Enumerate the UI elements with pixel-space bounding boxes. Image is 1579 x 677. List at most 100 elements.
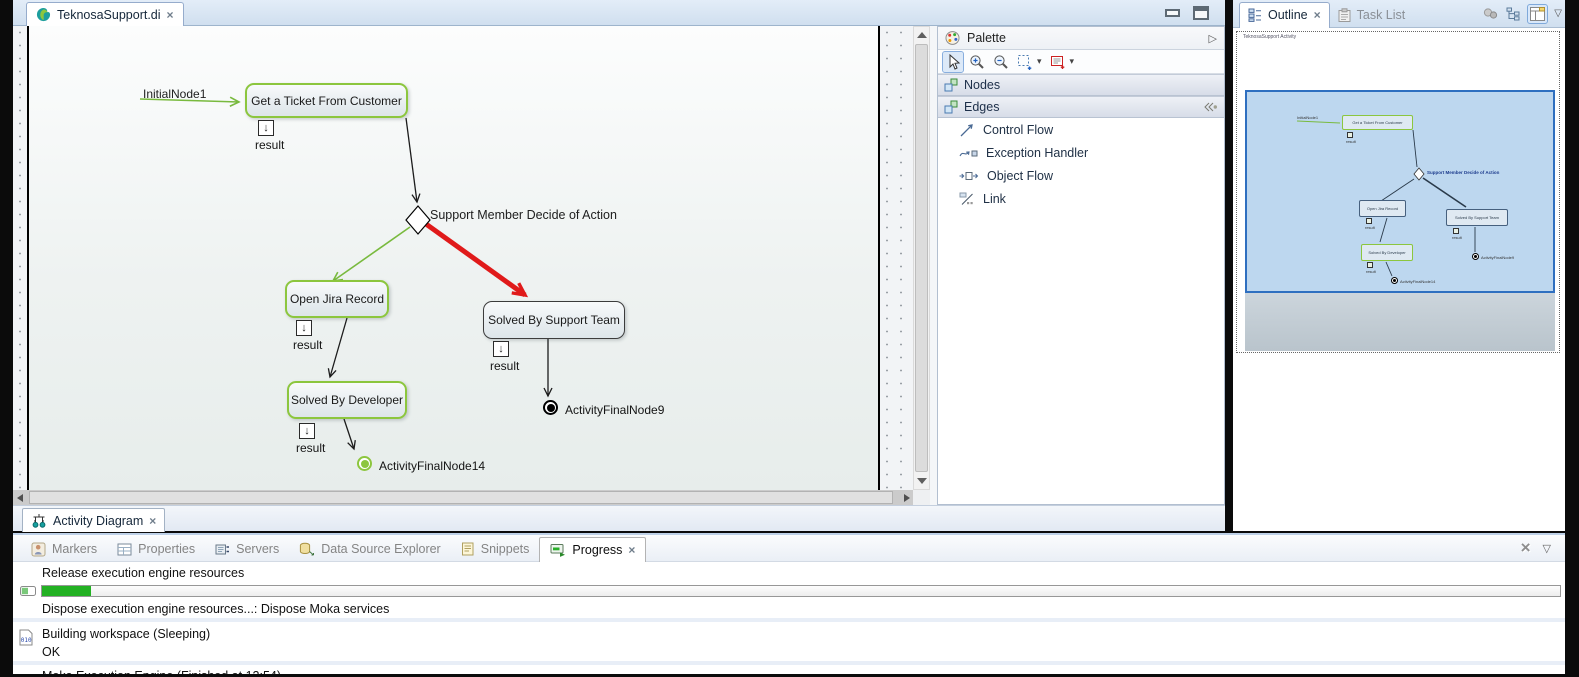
tab-activity-diagram[interactable]: Activity Diagram × — [22, 508, 165, 532]
stop-progress-icon[interactable] — [20, 586, 36, 596]
tab-task-list[interactable]: Task List — [1330, 2, 1414, 28]
decision-node[interactable] — [406, 206, 430, 234]
editor-tab-teknosasupport[interactable]: TeknosaSupport.di × — [26, 2, 184, 26]
scroll-down-icon[interactable] — [917, 478, 927, 484]
output-pin-icon[interactable]: ↓ — [493, 341, 509, 357]
scroll-left-icon[interactable] — [17, 494, 23, 502]
object-flow-icon — [959, 171, 979, 181]
select-tool-icon[interactable] — [943, 52, 963, 72]
snippets-icon — [461, 542, 475, 556]
overview-mode-icon[interactable] — [1528, 5, 1547, 23]
drawer-icon — [944, 78, 958, 92]
bottom-tab-label: Data Source Explorer — [321, 542, 441, 556]
outline-tab-label: Outline — [1268, 8, 1308, 22]
zoom-in-icon[interactable] — [967, 52, 987, 72]
drawer-pin-icon[interactable] — [1203, 102, 1218, 112]
action-node-solved-dev[interactable]: Solved By Developer — [287, 381, 407, 419]
minimize-icon[interactable] — [1165, 9, 1180, 17]
activity-final-node-9[interactable] — [543, 400, 558, 415]
outline-thumbnail[interactable]: TeknosaSupport Activity InitialNode1 Get… — [1236, 31, 1560, 353]
edge-decision-to-solvedsupport[interactable] — [426, 224, 525, 295]
close-icon[interactable]: × — [167, 8, 174, 22]
pin-label[interactable]: result — [293, 338, 322, 352]
final-node-9-label[interactable]: ActivityFinalNode9 — [565, 403, 664, 417]
thumbnail-edges — [1237, 32, 1561, 354]
marquee-dropdown-icon[interactable]: ▾ — [1037, 56, 1042, 67]
view-menu-icon[interactable]: ▽ — [1554, 8, 1562, 19]
tab-servers[interactable]: Servers — [205, 537, 289, 562]
progress-task-title: Release execution engine resources — [42, 566, 244, 580]
edge-decision-to-openjira[interactable] — [333, 227, 410, 281]
tab-markers[interactable]: Markers — [21, 537, 107, 562]
activity-final-node-14[interactable] — [357, 456, 372, 471]
diagram-canvas[interactable]: InitialNode1 Get a Ticket From Customer … — [13, 26, 913, 490]
palette-item-label: Link — [983, 192, 1006, 206]
output-pin-icon[interactable]: ↓ — [258, 120, 274, 136]
tab-properties[interactable]: Properties — [107, 537, 205, 562]
drawer-icon — [944, 100, 958, 114]
palette-toolbar: ▾ ▾ — [938, 50, 1224, 74]
horizontal-scroll-thumb[interactable] — [29, 491, 893, 504]
editor-horizontal-scrollbar[interactable] — [13, 490, 913, 505]
mini-final-node-9 — [1472, 253, 1479, 260]
note-tool-icon[interactable] — [1048, 52, 1068, 72]
row-separator — [13, 618, 1565, 622]
bottom-tab-label: Properties — [138, 542, 195, 556]
palette-item-exception-handler[interactable]: Exception Handler — [938, 141, 1224, 164]
bottom-view-panel: Markers Properties Servers Data Source E… — [13, 533, 1565, 672]
mini-node-open-jira: Open Jira Record — [1359, 200, 1406, 217]
palette-header[interactable]: Palette ▷ — [938, 27, 1224, 50]
clear-finished-icon[interactable]: × — [1521, 538, 1531, 558]
palette-collapse-icon[interactable]: ▷ — [1209, 32, 1217, 45]
palette-drawer-edges[interactable]: Edges — [938, 96, 1224, 118]
bottom-tab-label: Markers — [52, 542, 97, 556]
zoom-out-icon[interactable] — [991, 52, 1011, 72]
output-pin-icon[interactable]: ↓ — [299, 423, 315, 439]
view-menu-icon[interactable]: ▽ — [1543, 542, 1551, 555]
palette-drawer-nodes[interactable]: Nodes — [938, 74, 1224, 96]
pin-label[interactable]: result — [296, 441, 325, 455]
action-node-get-ticket[interactable]: Get a Ticket From Customer — [245, 83, 408, 118]
maximize-icon[interactable] — [1193, 6, 1209, 20]
mini-pin — [1367, 262, 1373, 268]
action-node-open-jira[interactable]: Open Jira Record — [285, 280, 389, 318]
mini-final-node-14 — [1391, 277, 1398, 284]
palette-item-label: Object Flow — [987, 169, 1053, 183]
editor-area: TeknosaSupport.di × — [13, 0, 1225, 531]
pin-label[interactable]: result — [490, 359, 519, 373]
decision-node-label[interactable]: Support Member Decide of Action — [430, 208, 617, 222]
palette-item-object-flow[interactable]: Object Flow — [938, 164, 1224, 187]
progress-task-title: Building workspace (Sleeping) — [42, 627, 210, 641]
tab-snippets[interactable]: Snippets — [451, 537, 540, 562]
canvas-palette-splitter[interactable] — [930, 26, 937, 505]
note-dropdown-icon[interactable]: ▾ — [1070, 56, 1075, 67]
final-node-14-label[interactable]: ActivityFinalNode14 — [379, 459, 485, 473]
editor-body: InitialNode1 Get a Ticket From Customer … — [13, 26, 1225, 505]
initial-node-label[interactable]: InitialNode1 — [143, 87, 206, 101]
tab-progress[interactable]: Progress × — [539, 537, 646, 562]
tab-outline[interactable]: Outline × — [1239, 2, 1330, 28]
close-icon[interactable]: × — [149, 514, 156, 528]
tree-view-icon[interactable] — [1506, 7, 1521, 21]
close-icon[interactable]: × — [1314, 8, 1321, 22]
palette-item-label: Control Flow — [983, 123, 1053, 137]
scroll-up-icon[interactable] — [917, 32, 927, 38]
vertical-scroll-thumb[interactable] — [915, 44, 928, 472]
edge-solveddev-to-final14[interactable] — [344, 419, 354, 449]
action-node-solved-support[interactable]: Solved By Support Team — [483, 301, 625, 339]
tab-data-source-explorer[interactable]: Data Source Explorer — [289, 537, 451, 562]
mini-pin-label: result — [1366, 269, 1376, 274]
close-icon[interactable]: × — [628, 543, 635, 557]
edge-getticket-to-decision[interactable] — [406, 118, 417, 202]
edge-openjira-to-solveddev[interactable] — [330, 318, 347, 377]
mini-node-solved-support: Solved By Support Team — [1446, 209, 1508, 226]
editor-vertical-scrollbar[interactable] — [913, 26, 930, 490]
filter-circles-icon[interactable] — [1482, 7, 1499, 20]
marquee-tool-icon[interactable] — [1015, 52, 1035, 72]
editor-tabbar: TeknosaSupport.di × — [13, 0, 1225, 26]
scroll-right-icon[interactable] — [904, 494, 910, 502]
output-pin-icon[interactable]: ↓ — [296, 320, 312, 336]
palette-item-link[interactable]: Link — [938, 187, 1224, 210]
palette-item-control-flow[interactable]: Control Flow — [938, 118, 1224, 141]
pin-label[interactable]: result — [255, 138, 284, 152]
